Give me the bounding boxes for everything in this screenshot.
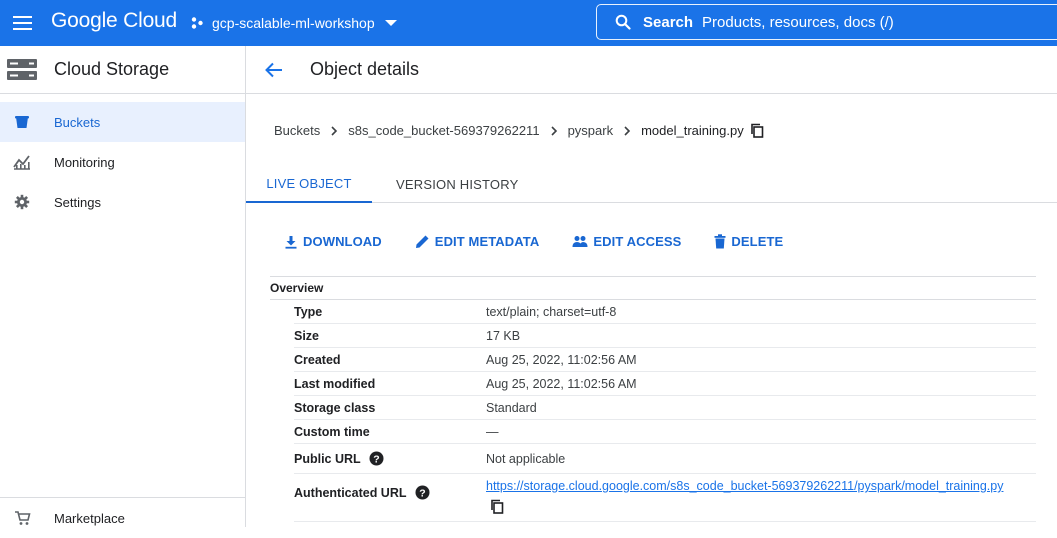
row-key-wrap: Public URL ?	[294, 451, 486, 466]
sidebar-item-label: Marketplace	[54, 510, 125, 526]
sidebar-title: Cloud Storage	[54, 59, 170, 79]
sidebar-header: Cloud Storage	[0, 46, 245, 94]
search-label: Search	[643, 13, 694, 31]
row-key: Custom time	[294, 424, 370, 439]
search-icon	[615, 14, 631, 30]
chevron-right-icon	[550, 125, 557, 136]
menu-icon[interactable]	[12, 12, 34, 34]
row-key: Storage class	[294, 400, 376, 415]
gear-icon	[13, 193, 31, 211]
breadcrumb: Buckets s8s_code_bucket-569379262211 pys…	[274, 123, 764, 138]
table-row: Type text/plain; charset=utf-8	[294, 300, 1036, 324]
delete-button[interactable]: DELETE	[714, 234, 783, 249]
download-icon	[285, 235, 297, 249]
chevron-right-icon	[331, 125, 338, 136]
sidebar-item-monitoring[interactable]: Monitoring	[0, 142, 245, 182]
sidebar-item-label: Settings	[54, 194, 101, 210]
row-value: —	[486, 424, 499, 439]
breadcrumb-folder[interactable]: pyspark	[568, 123, 614, 138]
breadcrumb-current: model_training.py	[641, 123, 744, 138]
overview-header: Overview	[270, 276, 1036, 300]
authenticated-url-link[interactable]: https://storage.cloud.google.com/s8s_cod…	[486, 479, 1003, 493]
row-value-wrap: https://storage.cloud.google.com/s8s_cod…	[486, 479, 1003, 517]
help-icon[interactable]: ?	[369, 451, 384, 466]
svg-text:?: ?	[419, 487, 425, 499]
download-button[interactable]: DOWNLOAD	[284, 234, 382, 249]
breadcrumb-buckets[interactable]: Buckets	[274, 123, 320, 138]
row-value: Standard	[486, 400, 537, 415]
edit-access-label: EDIT ACCESS	[593, 234, 682, 249]
table-row: Public URL ? Not applicable	[294, 444, 1036, 474]
row-key: Size	[294, 328, 320, 343]
cloud-storage-icon	[7, 58, 37, 80]
row-key: Authenticated URL	[294, 485, 407, 500]
sidebar: Cloud Storage Buckets Monitoring Setting…	[0, 46, 246, 527]
monitoring-icon	[13, 153, 31, 171]
row-key: Type	[294, 304, 323, 319]
sidebar-item-label: Monitoring	[54, 154, 115, 170]
row-value: 17 KB	[486, 328, 521, 343]
action-toolbar: DOWNLOAD EDIT METADATA EDIT ACCESS DELET…	[284, 234, 816, 249]
tab-version-history[interactable]: VERSION HISTORY	[372, 166, 542, 203]
row-value: Aug 25, 2022, 11:02:56 AM	[486, 376, 637, 391]
row-value: text/plain; charset=utf-8	[486, 304, 617, 319]
svg-text:?: ?	[373, 453, 379, 465]
delete-label: DELETE	[731, 234, 784, 249]
details-table: Overview Type text/plain; charset=utf-8 …	[270, 276, 1036, 522]
people-icon	[572, 236, 588, 247]
edit-metadata-label: EDIT METADATA	[434, 234, 540, 249]
bucket-icon	[13, 113, 31, 131]
back-arrow-icon[interactable]	[264, 60, 284, 80]
chevron-right-icon	[624, 125, 631, 136]
table-row: Authenticated URL ? https://storage.clou…	[294, 474, 1036, 522]
search-placeholder: Products, resources, docs (/)	[702, 13, 894, 31]
sidebar-item-label: Buckets	[54, 114, 101, 130]
breadcrumb-bucket[interactable]: s8s_code_bucket-569379262211	[348, 123, 539, 138]
sidebar-item-marketplace[interactable]: Marketplace	[0, 498, 245, 538]
row-key: Last modified	[294, 376, 376, 391]
table-row: Custom time —	[294, 420, 1036, 444]
sidebar-item-buckets[interactable]: Buckets	[0, 102, 245, 142]
google-cloud-logo[interactable]: Google Cloud	[51, 9, 177, 33]
edit-metadata-button[interactable]: EDIT METADATA	[415, 234, 540, 249]
tab-live-object[interactable]: LIVE OBJECT	[246, 166, 372, 203]
project-selector[interactable]: gcp-scalable-ml-workshop	[190, 12, 397, 34]
page-title: Object details	[310, 59, 420, 79]
pencil-icon	[415, 235, 429, 248]
table-row: Last modified Aug 25, 2022, 11:02:56 AM	[294, 372, 1036, 396]
table-row: Size 17 KB	[294, 324, 1036, 348]
project-name: gcp-scalable-ml-workshop	[212, 15, 375, 31]
project-icon	[191, 17, 203, 29]
page-header: Object details	[246, 46, 1057, 94]
help-icon[interactable]: ?	[415, 485, 430, 500]
cart-icon	[13, 509, 31, 527]
table-row: Created Aug 25, 2022, 11:02:56 AM	[294, 348, 1036, 372]
main-content: Object details Buckets s8s_code_bucket-5…	[246, 46, 1057, 527]
row-key: Public URL	[294, 451, 361, 466]
row-value: Aug 25, 2022, 11:02:56 AM	[486, 352, 637, 367]
sidebar-item-settings[interactable]: Settings	[0, 182, 245, 222]
copy-icon[interactable]	[490, 499, 504, 514]
row-key: Created	[294, 352, 341, 367]
top-bar: Google Cloud gcp-scalable-ml-workshop Se…	[0, 0, 1057, 46]
search-bar[interactable]: Search Products, resources, docs (/)	[596, 4, 1057, 40]
tab-bar: LIVE OBJECT VERSION HISTORY	[246, 166, 1057, 203]
row-value: Not applicable	[486, 451, 566, 466]
row-key-wrap: Authenticated URL ?	[294, 479, 486, 500]
trash-icon	[714, 234, 726, 249]
copy-icon[interactable]	[750, 123, 764, 138]
edit-access-button[interactable]: EDIT ACCESS	[572, 234, 681, 249]
download-label: DOWNLOAD	[303, 234, 382, 249]
table-row: Storage class Standard	[294, 396, 1036, 420]
chevron-down-icon	[384, 20, 397, 26]
